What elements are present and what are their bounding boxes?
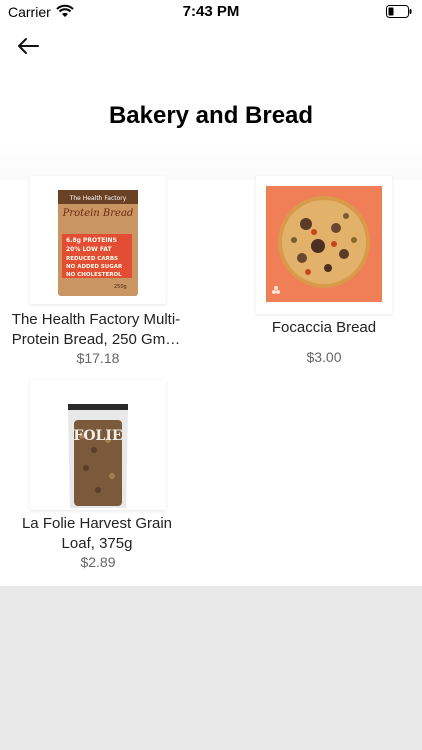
- package-brand: The Health Factory: [69, 195, 127, 202]
- status-bar: Carrier 7:43 PM: [0, 0, 422, 24]
- product-card[interactable]: The Health Factory Protein Bread 6.8g PR…: [0, 172, 196, 372]
- focaccia-photo: [266, 186, 382, 302]
- package-line: NO ADDED SUGAR: [66, 264, 123, 270]
- package-line: 20% LOW FAT: [66, 246, 112, 253]
- back-button[interactable]: [14, 34, 42, 58]
- product-image: [256, 176, 392, 314]
- package-line: 6.8g PROTEINS: [66, 237, 117, 244]
- battery-icon: [386, 5, 412, 18]
- product-name: Focaccia Bread: [271, 319, 377, 336]
- product-price: $3.00: [306, 349, 342, 365]
- package-weight: 250g: [114, 284, 127, 290]
- product-name: La Folie Harvest Grain Loaf, 375g: [21, 515, 173, 552]
- page-title: Bakery and Bread: [108, 102, 314, 129]
- product-price: $17.18: [76, 350, 120, 366]
- product-image: The Health Factory Protein Bread 6.8g PR…: [30, 176, 166, 304]
- product-price: $2.89: [80, 554, 116, 570]
- product-image: FOLIE: [30, 380, 166, 510]
- product-name: The Health Factory Multi-Protein Bread, …: [11, 311, 181, 348]
- arrow-left-icon: [18, 38, 39, 54]
- package-line: REDUCED CARBS: [66, 256, 118, 262]
- package-title: Protein Bread: [62, 208, 134, 219]
- protein-bread-package: The Health Factory Protein Bread 6.8g PR…: [58, 190, 138, 296]
- package-label: FOLIE: [73, 428, 122, 444]
- clock: 7:43 PM: [182, 3, 240, 20]
- package-line: NO CHOLESTEROL: [66, 272, 122, 278]
- product-card[interactable]: FOLIE La Folie Harvest Grain Loaf, 375g …: [0, 376, 196, 576]
- grain-loaf-package: FOLIE: [68, 404, 128, 508]
- product-card[interactable]: Focaccia Bread $3.00: [226, 172, 422, 372]
